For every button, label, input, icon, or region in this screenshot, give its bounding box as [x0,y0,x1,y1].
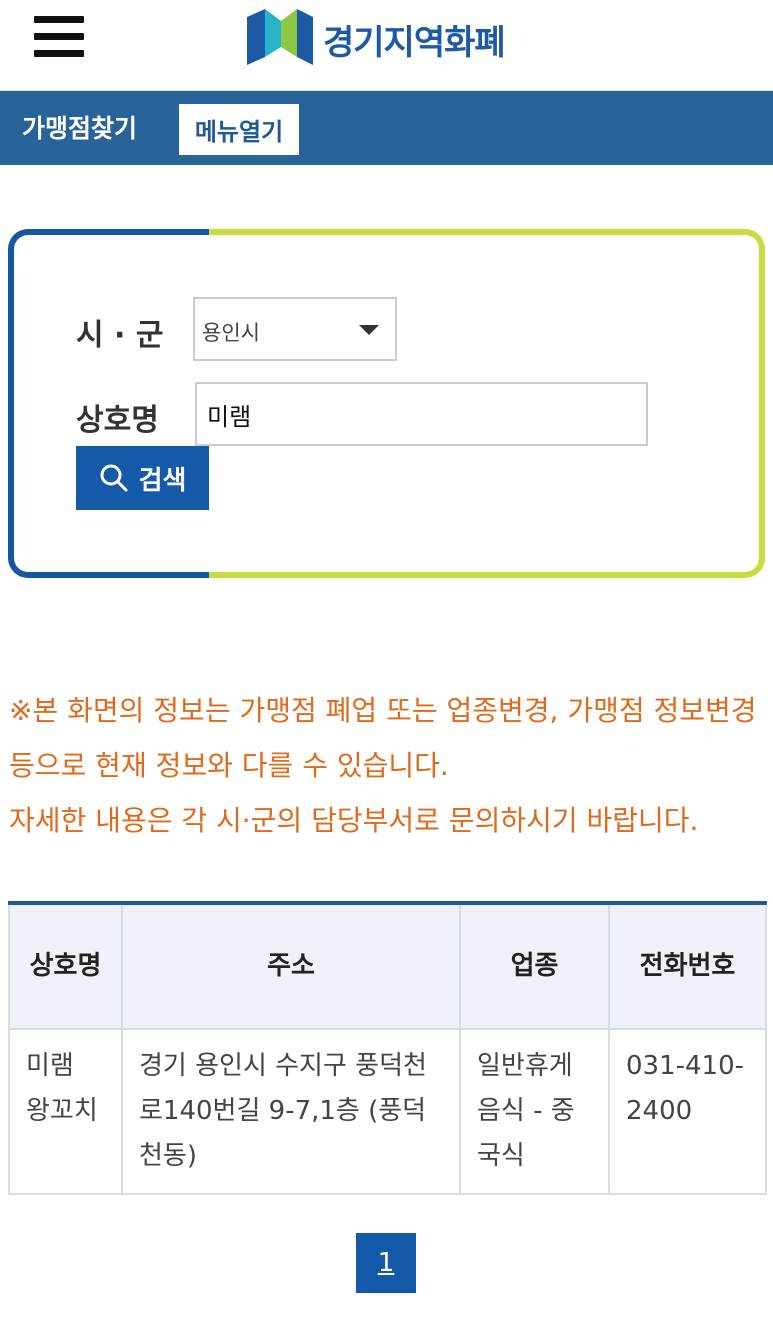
table-row[interactable]: 미램 왕꼬치 경기 용인시 수지구 풍덕천로140번길 9-7,1층 (풍덕천동… [8,1028,767,1195]
column-header-address: 주소 [121,902,461,1030]
city-select[interactable]: 용인시 [193,297,397,361]
site-logo[interactable]: 경기지역화폐 [245,7,506,71]
logo-text: 경기지역화폐 [323,22,506,63]
search-icon [100,464,128,492]
column-header-category: 업종 [459,902,610,1030]
cell-phone: 031-410-2400 [608,1028,767,1195]
cell-address: 경기 용인시 수지구 풍덕천로140번길 9-7,1층 (풍덕천동) [121,1028,461,1195]
city-label: 시 · 군 [76,318,164,353]
column-header-phone: 전화번호 [608,902,767,1030]
cell-category: 일반휴게음식 - 중국식 [459,1028,610,1195]
store-name-input[interactable] [195,382,648,446]
store-name-label: 상호명 [76,403,159,438]
notice-line-1: ※본 화면의 정보는 가맹점 폐업 또는 업종변경, 가맹점 정보변경 등으로 … [9,694,757,782]
pagination-page-1[interactable]: 1 [356,1233,416,1293]
cell-store-name: 미램 왕꼬치 [8,1028,123,1195]
search-button[interactable]: 검색 [76,446,209,510]
column-header-store-name: 상호명 [8,902,123,1030]
nav-title: 가맹점찾기 [22,114,138,143]
search-button-label: 검색 [138,465,187,496]
logo-mark-icon [247,9,313,65]
notice-text: ※본 화면의 정보는 가맹점 폐업 또는 업종변경, 가맹점 정보변경 등으로 … [9,683,765,848]
city-select-value: 용인시 [202,321,260,345]
open-menu-button[interactable]: 메뉴열기 [179,104,299,155]
hamburger-menu-icon[interactable] [34,16,84,57]
results-table: 상호명 주소 업종 전화번호 미램 왕꼬치 경기 용인시 수지구 풍덕천로140… [8,901,767,1195]
notice-line-2: 자세한 내용은 각 시·군의 담당부서로 문의하시기 바랍니다. [9,804,699,837]
nav-bar: 가맹점찾기 메뉴열기 [0,91,773,165]
top-header: 경기지역화폐 [0,0,773,91]
chevron-down-icon [359,325,379,335]
table-header-row: 상호명 주소 업종 전화번호 [8,902,767,1030]
